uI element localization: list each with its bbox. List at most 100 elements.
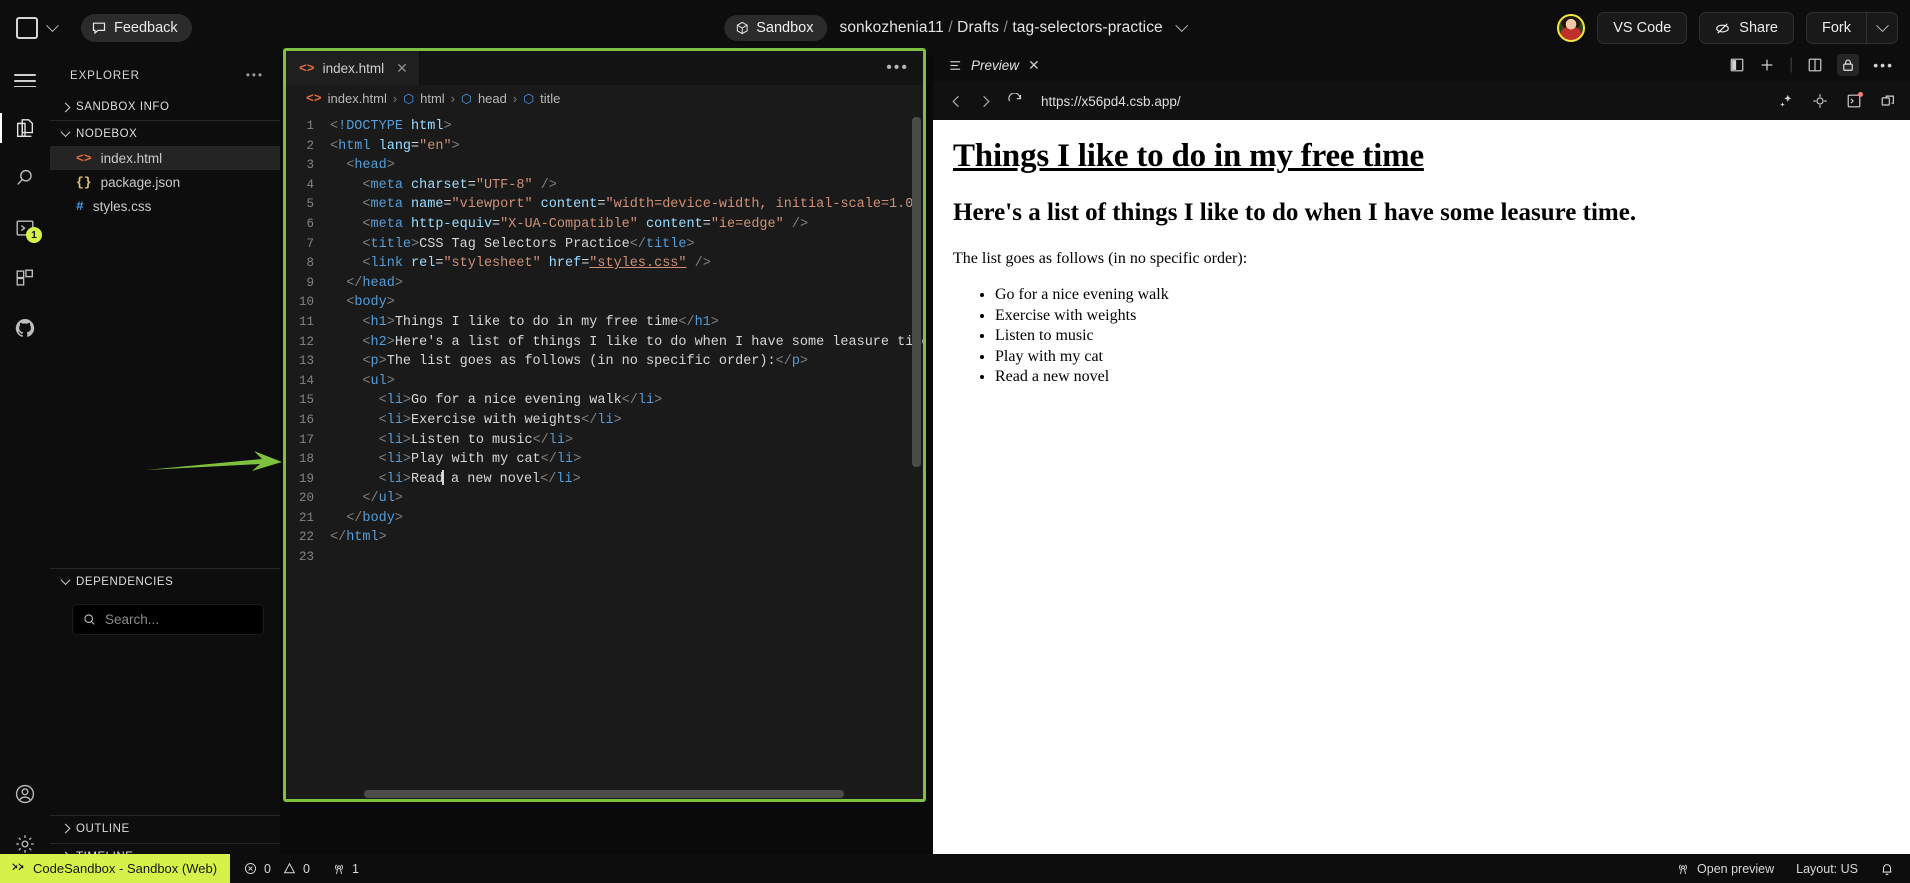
activity-search-icon[interactable] (0, 153, 50, 203)
sidebar-file-index-html[interactable]: <> index.html (50, 146, 280, 170)
split-editor-icon[interactable] (1807, 57, 1823, 73)
fork-dropdown-button[interactable] (1866, 12, 1898, 44)
open-external-icon[interactable] (1880, 93, 1896, 109)
code-line[interactable]: 11 <h1>Things I like to do in my free ti… (286, 313, 923, 333)
code-line[interactable]: 20 </ul> (286, 489, 923, 509)
project-menu-chevron-icon[interactable] (1174, 18, 1188, 32)
sidebar-section-outline-wrap: OUTLINE (50, 815, 280, 841)
breadcrumb-project[interactable]: tag-selectors-practice (1012, 19, 1162, 36)
line-number: 1 (306, 119, 314, 133)
inspect-icon[interactable] (1812, 93, 1828, 109)
sidebar-section-nodebox[interactable]: NODEBOX (50, 120, 280, 146)
add-icon[interactable] (1759, 57, 1775, 73)
activity-github-icon[interactable] (0, 303, 50, 353)
menu-icon[interactable] (14, 70, 36, 91)
status-problems[interactable]: 0 0 (230, 862, 322, 876)
code-line[interactable]: 3 <head> (286, 156, 923, 176)
code-line[interactable]: 17 <li>Listen to music</li> (286, 431, 923, 451)
code-line[interactable]: 13 <p>The list goes as follows (in no sp… (286, 352, 923, 372)
editor-horizontal-scrollbar[interactable] (364, 790, 844, 798)
text-cursor (442, 469, 444, 485)
code-line[interactable]: 6 <meta http-equiv="X-UA-Compatible" con… (286, 215, 923, 235)
cube-icon: ⬡ (523, 91, 535, 106)
code-line[interactable]: 19 <li>Read a new novel</li> (286, 469, 923, 490)
code-line[interactable]: 15 <li>Go for a nice evening walk</li> (286, 391, 923, 411)
forward-icon[interactable] (978, 94, 993, 109)
editor-more-icon[interactable]: ••• (872, 51, 923, 85)
activity-explorer-icon[interactable] (0, 103, 50, 153)
code-line[interactable]: 4 <meta charset="UTF-8" /> (286, 176, 923, 196)
code-line[interactable]: 7 <title>CSS Tag Selectors Practice</tit… (286, 235, 923, 255)
nodebox-label: NODEBOX (76, 127, 138, 140)
sidebar-section-sandbox-info[interactable]: SANDBOX INFO (50, 94, 280, 120)
breadcrumb-html[interactable]: html (420, 91, 445, 106)
sidebar-file-styles-css[interactable]: # styles.css (50, 194, 280, 218)
status-brand-label: CodeSandbox - Sandbox (Web) (33, 861, 218, 876)
back-icon[interactable] (949, 94, 964, 109)
code-line[interactable]: 8 <link rel="stylesheet" href="styles.cs… (286, 254, 923, 274)
preview-more-icon[interactable]: ••• (1873, 57, 1894, 73)
activity-account-icon[interactable] (0, 769, 50, 819)
line-number: 23 (298, 550, 314, 565)
line-content: </html> (330, 530, 387, 546)
sandbox-chip[interactable]: Sandbox (724, 15, 828, 41)
vscode-button[interactable]: VS Code (1597, 12, 1688, 44)
line-content: <li>Go for a nice evening walk</li> (378, 393, 663, 409)
code-line[interactable]: 12 <h2>Here's a list of things I like to… (286, 333, 923, 353)
code-line[interactable]: 23 (286, 548, 923, 568)
breadcrumb[interactable]: sonkozhenia11 / Drafts / tag-selectors-p… (839, 19, 1162, 37)
fork-button[interactable]: Fork (1806, 12, 1866, 44)
feedback-button[interactable]: Feedback (81, 14, 192, 42)
line-content: <body> (346, 295, 395, 311)
code-line[interactable]: 21 </body> (286, 509, 923, 529)
json-file-icon: {} (76, 174, 92, 190)
reload-icon[interactable] (1007, 93, 1023, 109)
code-line[interactable]: 9 </head> (286, 274, 923, 294)
console-icon[interactable] (1846, 92, 1863, 109)
status-ports[interactable]: 1 (322, 862, 369, 876)
activity-terminal-icon[interactable]: 1 (0, 203, 50, 253)
breadcrumb-user[interactable]: sonkozhenia11 (839, 19, 943, 36)
line-number: 19 (298, 471, 314, 486)
code-line[interactable]: 14 <ul> (286, 372, 923, 392)
status-remote-button[interactable]: CodeSandbox - Sandbox (Web) (0, 854, 231, 883)
warning-icon (283, 862, 296, 875)
breadcrumb-folder[interactable]: Drafts (957, 19, 999, 36)
lock-icon[interactable] (1837, 54, 1860, 76)
split-left-icon[interactable] (1729, 57, 1745, 73)
editor-tab-index-html[interactable]: <> index.html ✕ (286, 51, 420, 85)
editor-vertical-scrollbar[interactable] (912, 117, 921, 467)
sidebar-file-package-json[interactable]: {} package.json (50, 170, 280, 194)
breadcrumb-head[interactable]: head (478, 91, 507, 106)
preview-iframe-content[interactable]: Things I like to do in my free time Here… (933, 120, 1910, 854)
url-bar[interactable]: https://x56pd4.csb.app/ (1041, 94, 1764, 109)
editor-horizontal-scrollbar-track[interactable] (286, 789, 923, 799)
dependency-search-input[interactable]: Search... (72, 604, 264, 635)
status-open-preview[interactable]: Open preview (1676, 862, 1774, 876)
code-line[interactable]: 5 <meta name="viewport" content="width=d… (286, 195, 923, 215)
code-content[interactable]: 1 <!DOCTYPE html> 2 <html lang="en"> 3 <head… (286, 111, 923, 799)
code-line[interactable]: 22 </html> (286, 528, 923, 548)
close-icon[interactable]: ✕ (1028, 57, 1040, 74)
status-layout[interactable]: Layout: US (1796, 862, 1858, 876)
code-line[interactable]: 2 <html lang="en"> (286, 137, 923, 157)
explorer-more-icon[interactable]: ••• (246, 70, 264, 82)
breadcrumb-file[interactable]: index.html (328, 91, 387, 106)
code-line[interactable]: 1 <!DOCTYPE html> (286, 117, 923, 137)
avatar[interactable] (1557, 14, 1586, 42)
status-notifications[interactable] (1880, 862, 1894, 876)
chevron-down-icon[interactable] (46, 18, 59, 32)
preview-tab[interactable]: Preview ✕ (933, 48, 1054, 82)
code-line[interactable]: 18 <li>Play with my cat</li> (286, 450, 923, 470)
sidebar-section-outline[interactable]: OUTLINE (50, 815, 280, 841)
code-line[interactable]: 16 <li>Exercise with weights</li> (286, 411, 923, 431)
activity-extensions-icon[interactable] (0, 253, 50, 303)
share-button[interactable]: Share (1699, 12, 1794, 44)
sparkle-icon[interactable] (1778, 93, 1794, 109)
code-line[interactable]: 10 <body> (286, 293, 923, 313)
breadcrumb-title[interactable]: title (540, 91, 560, 106)
close-icon[interactable]: ✕ (396, 60, 408, 77)
editor-breadcrumb: <> index.html › ⬡ html › ⬡ head › ⬡ titl… (286, 85, 923, 111)
app-logo-icon[interactable] (16, 17, 38, 39)
sidebar-section-dependencies[interactable]: DEPENDENCIES (50, 568, 280, 594)
